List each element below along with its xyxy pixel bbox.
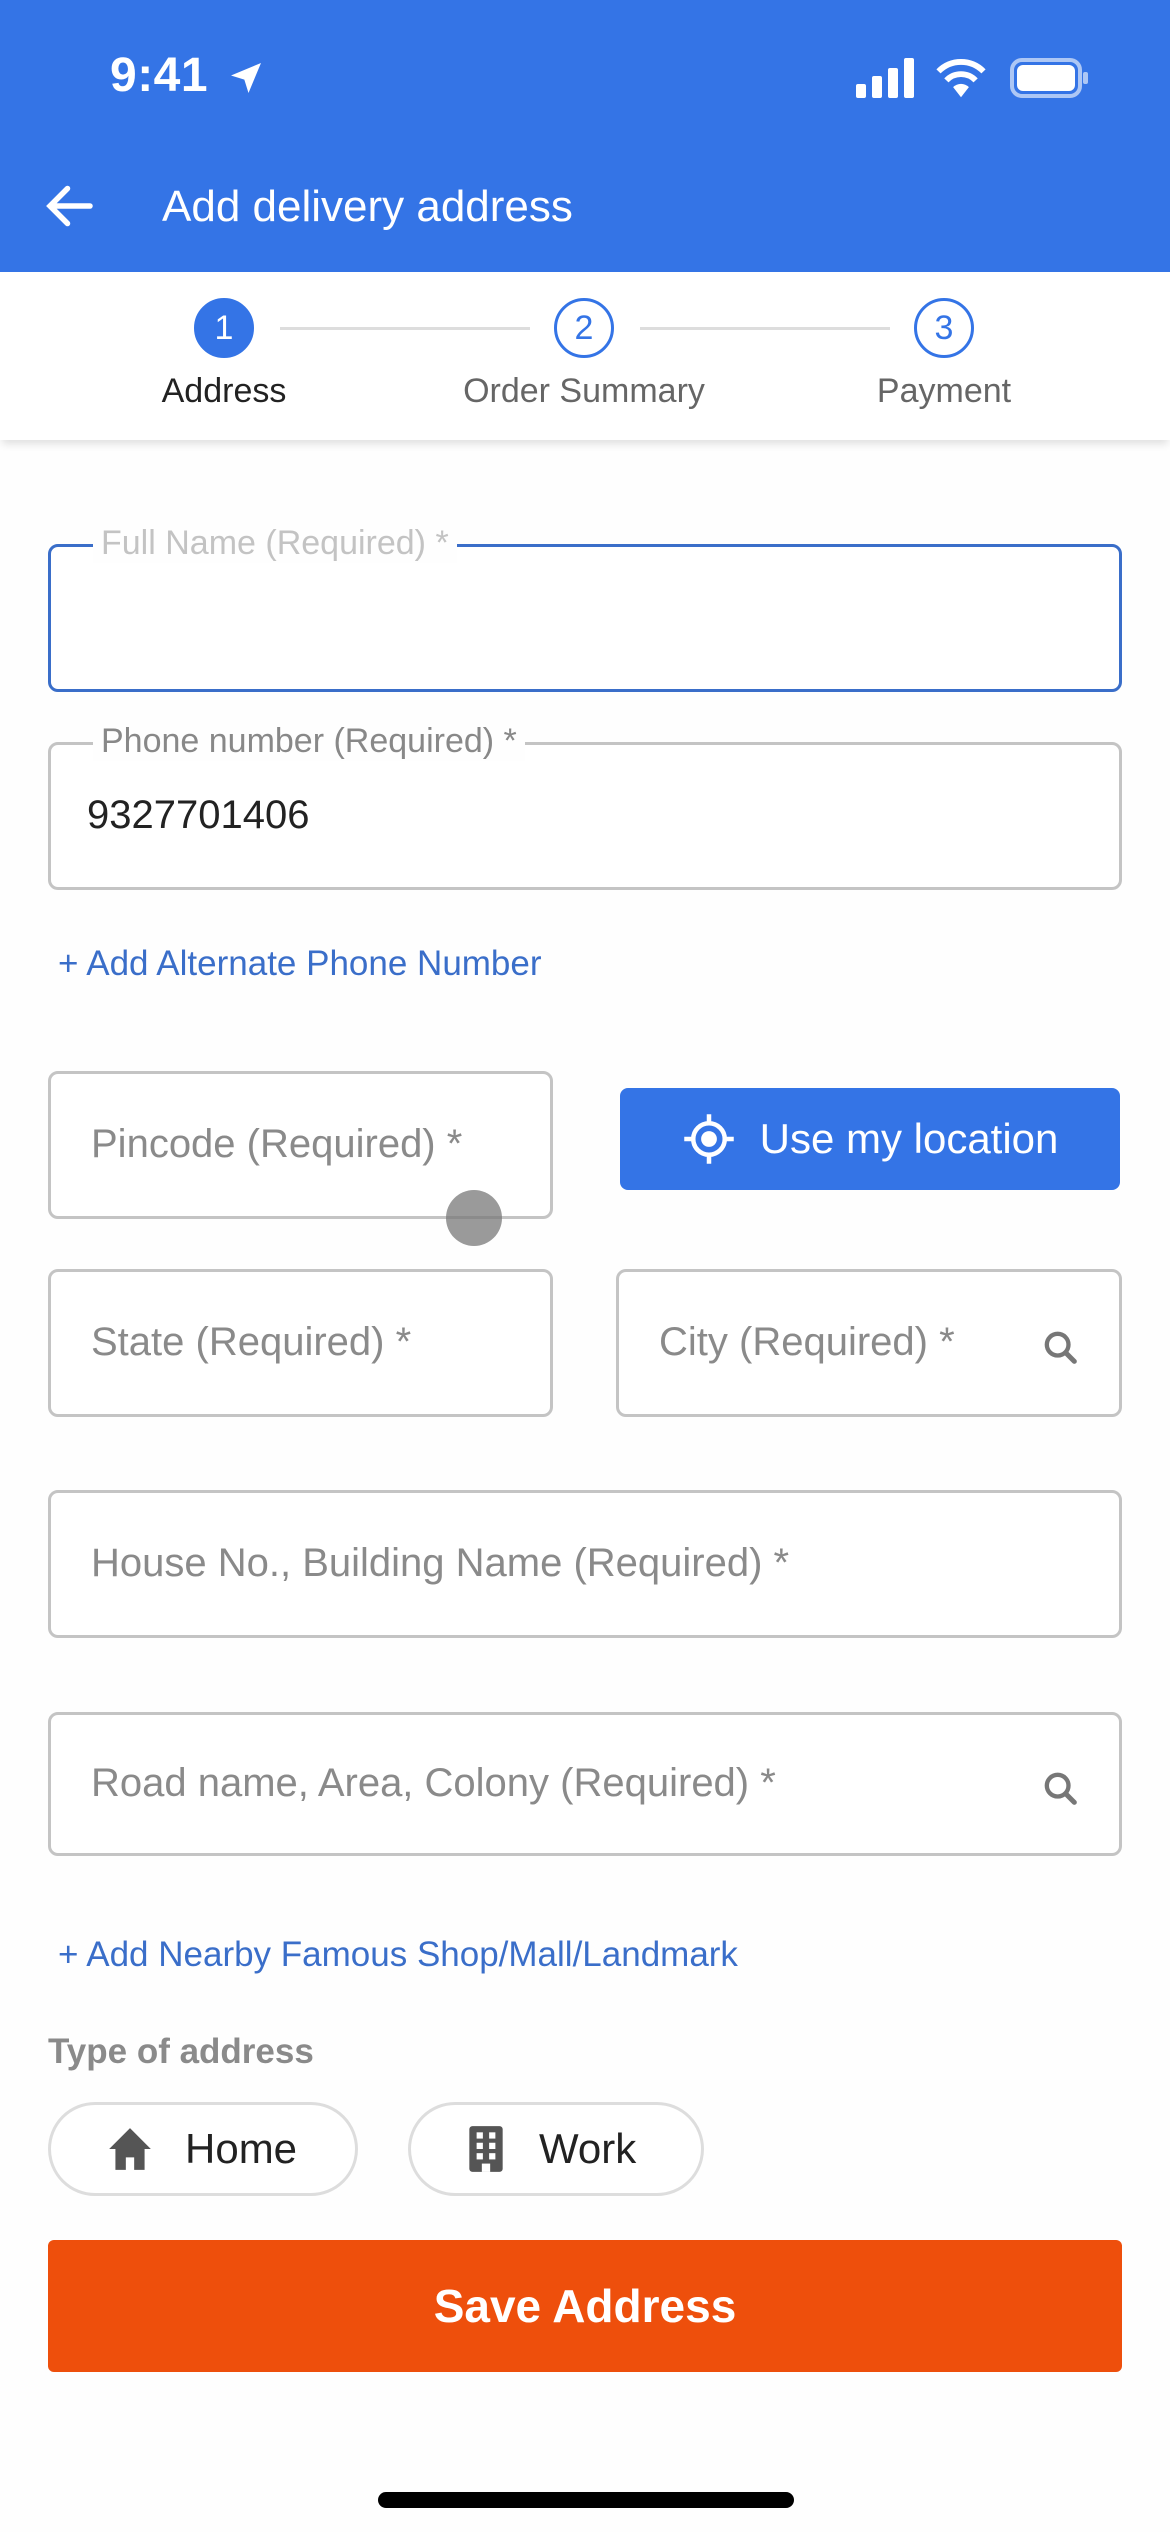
gps-target-icon [683,1114,734,1164]
step-2-indicator: 2 [554,298,614,358]
phone-number-input[interactable]: Phone number (Required) * 9327701406 [48,721,1122,890]
use-my-location-button[interactable]: Use my location [620,1088,1120,1190]
road-area-placeholder: Road name, Area, Colony (Required) * [91,1761,776,1805]
signal-icon [856,58,914,98]
use-my-location-label: Use my location [759,1115,1059,1162]
building-icon [469,2126,503,2172]
checkout-stepper: 1 2 3 Address Order Summary Payment [0,272,1170,440]
house-building-input[interactable]: House No., Building Name (Required) * [48,1490,1122,1638]
step-3-indicator: 3 [914,298,974,358]
add-alternate-phone-link[interactable]: + Add Alternate Phone Number [58,944,542,984]
battery-icon [1010,58,1088,98]
city-input[interactable]: City (Required) * [616,1269,1122,1417]
pincode-placeholder: Pincode (Required) * [91,1122,463,1166]
address-type-home[interactable]: Home [48,2102,358,2196]
full-name-input[interactable]: Full Name (Required) * [48,523,1122,692]
wifi-icon [936,59,986,98]
search-icon[interactable] [1041,1769,1081,1809]
state-input[interactable]: State (Required) * [48,1269,553,1417]
full-name-label: Full Name (Required) * [93,523,457,563]
step-3-label: Payment [876,372,1012,410]
search-icon[interactable] [1041,1328,1081,1368]
home-icon [109,2128,151,2170]
status-time: 9:41 [110,49,209,102]
city-placeholder: City (Required) * [659,1320,955,1364]
home-label: Home [185,2125,298,2172]
step-connector [280,327,530,330]
phone-number-value: 9327701406 [87,793,310,837]
step-1-label: Address [161,372,287,410]
save-address-button[interactable]: Save Address [48,2240,1122,2372]
road-area-input[interactable]: Road name, Area, Colony (Required) * [48,1712,1122,1856]
step-2-label: Order Summary [463,372,705,410]
home-indicator [378,2492,794,2508]
back-arrow-icon[interactable] [40,176,100,236]
location-arrow-icon [231,63,261,93]
step-1-indicator: 1 [194,298,254,358]
phone-number-label: Phone number (Required) * [93,721,525,761]
app-header: 9:41 Add delivery address [0,0,1170,272]
page-title: Add delivery address [162,182,573,231]
house-building-placeholder: House No., Building Name (Required) * [91,1541,790,1585]
add-landmark-link[interactable]: + Add Nearby Famous Shop/Mall/Landmark [58,1935,738,1975]
address-type-work[interactable]: Work [408,2102,704,2196]
address-type-label: Type of address [48,2032,314,2071]
state-placeholder: State (Required) * [91,1320,412,1364]
step-connector [640,327,890,330]
touch-indicator [446,1190,502,1246]
work-label: Work [539,2125,637,2172]
